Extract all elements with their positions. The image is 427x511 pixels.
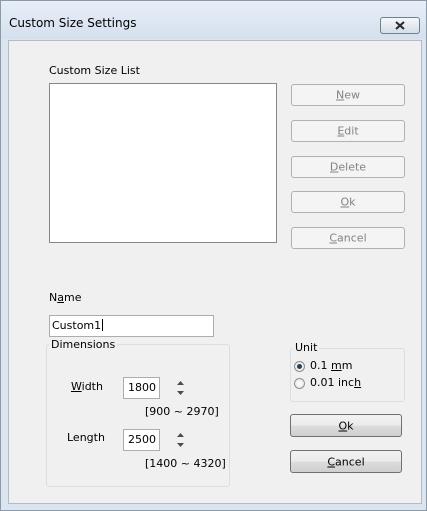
length-range: [1400 ~ 4320] bbox=[145, 457, 226, 470]
length-label: Length bbox=[67, 431, 105, 444]
unit-inch-radio[interactable] bbox=[294, 378, 305, 389]
title-bar: Custom Size Settings bbox=[1, 1, 426, 39]
spin-down-icon bbox=[177, 391, 184, 395]
dialog-body: Custom Size List New Edit Delete Ok Canc… bbox=[8, 40, 422, 504]
name-input[interactable]: Custom1 bbox=[49, 315, 214, 337]
cancel-button[interactable]: Cancel bbox=[290, 450, 402, 473]
width-label: Width bbox=[71, 380, 103, 393]
spin-down-icon bbox=[177, 443, 184, 447]
spin-up-icon bbox=[177, 381, 184, 385]
new-button[interactable]: New bbox=[291, 84, 405, 106]
custom-size-list[interactable] bbox=[49, 83, 277, 243]
width-input[interactable]: 1800 bbox=[123, 377, 160, 399]
custom-size-list-label: Custom Size List bbox=[49, 64, 140, 77]
close-icon bbox=[395, 21, 405, 30]
dialog-window: Custom Size Settings Custom Size List Ne… bbox=[0, 0, 427, 511]
spin-up-icon bbox=[177, 433, 184, 437]
name-label: Name bbox=[49, 291, 82, 304]
unit-group-title: Unit bbox=[293, 341, 320, 354]
list-cancel-button[interactable]: Cancel bbox=[291, 227, 405, 249]
unit-mm-radio[interactable] bbox=[294, 361, 305, 372]
window-title: Custom Size Settings bbox=[9, 16, 137, 30]
unit-group bbox=[290, 348, 405, 402]
length-input[interactable]: 2500 bbox=[123, 429, 160, 451]
width-spinner[interactable] bbox=[176, 378, 185, 398]
dimensions-group-title: Dimensions bbox=[49, 338, 118, 351]
edit-button[interactable]: Edit bbox=[291, 120, 405, 142]
delete-button[interactable]: Delete bbox=[291, 156, 405, 178]
width-range: [900 ~ 2970] bbox=[145, 405, 219, 418]
ok-button[interactable]: Ok bbox=[290, 414, 402, 437]
list-ok-button[interactable]: Ok bbox=[291, 191, 405, 213]
close-button[interactable] bbox=[380, 17, 420, 34]
length-spinner[interactable] bbox=[176, 430, 185, 450]
unit-inch-label: 0.01 inch bbox=[310, 376, 362, 389]
unit-mm-label: 0.1 mm bbox=[310, 359, 353, 372]
